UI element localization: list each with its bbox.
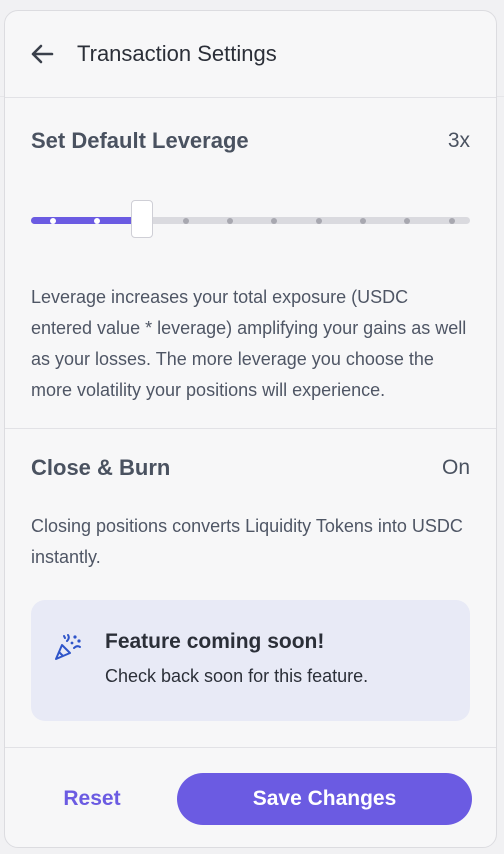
slider-fill	[31, 217, 141, 224]
notice-text: Feature coming soon! Check back soon for…	[105, 630, 368, 691]
slider-step	[271, 218, 277, 224]
leverage-label: Set Default Leverage	[31, 128, 249, 153]
back-arrow-icon[interactable]	[29, 41, 55, 67]
notice-title: Feature coming soon!	[105, 630, 325, 653]
slider-thumb[interactable]	[131, 200, 153, 238]
slider-step	[50, 218, 56, 224]
page-title: Transaction Settings	[77, 41, 277, 66]
close-burn-value[interactable]: On	[442, 456, 470, 480]
panel-footer: Reset Save Changes	[5, 748, 496, 825]
feature-notice: Feature coming soon! Check back soon for…	[31, 600, 470, 721]
notice-subtitle: Check back soon for this feature.	[105, 666, 369, 686]
section-divider	[5, 428, 496, 429]
leverage-section: Set Default Leverage 3x Leverage increas…	[5, 128, 496, 406]
confetti-icon	[53, 632, 83, 662]
save-changes-button[interactable]: Save Changes	[177, 773, 472, 825]
slider-step	[404, 218, 410, 224]
reset-button[interactable]: Reset	[29, 787, 155, 811]
panel-header: Transaction Settings	[5, 11, 496, 98]
slider-step	[227, 218, 233, 224]
close-burn-label: Close & Burn	[31, 455, 171, 480]
leverage-value: 3x	[447, 129, 470, 152]
leverage-slider[interactable]	[31, 200, 470, 240]
leverage-description: Leverage increases your total exposure (…	[31, 287, 467, 400]
transaction-settings-panel: Transaction Settings Set Default Leverag…	[4, 10, 497, 848]
close-burn-description: Closing positions converts Liquidity Tok…	[31, 516, 463, 567]
slider-step	[449, 218, 455, 224]
slider-step	[360, 218, 366, 224]
close-burn-section: Close & Burn On Closing positions conver…	[5, 455, 496, 573]
close-burn-row[interactable]: Close & Burn On	[31, 455, 470, 481]
leverage-row: Set Default Leverage 3x	[31, 128, 470, 154]
slider-step	[94, 218, 100, 224]
slider-step	[183, 218, 189, 224]
slider-step	[316, 218, 322, 224]
